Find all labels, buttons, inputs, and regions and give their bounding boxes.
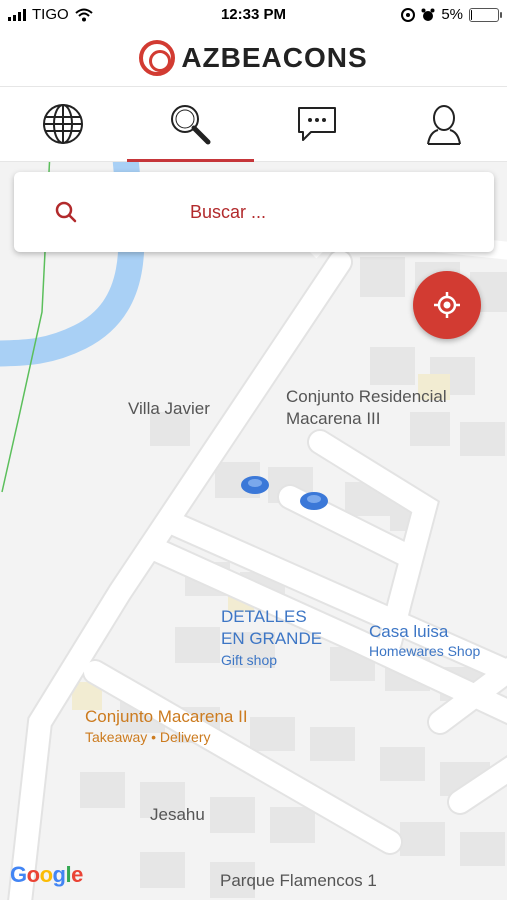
brand-logo-icon xyxy=(139,40,176,76)
map-place-conjunto-macarena-type: Takeaway • Delivery xyxy=(85,729,211,745)
search-field-icon xyxy=(55,201,77,223)
brand-name: AZBEACONS xyxy=(181,42,368,73)
crosshair-icon xyxy=(434,292,460,318)
map-label-conjunto-residencial: Conjunto Residencial xyxy=(286,387,447,406)
chat-bubble-icon xyxy=(297,107,336,141)
map-place-detalles-line1[interactable]: DETALLES xyxy=(221,606,307,628)
my-location-button[interactable] xyxy=(413,271,481,339)
alarm-icon xyxy=(421,8,435,21)
status-right: 5% xyxy=(401,6,502,23)
search-bar[interactable]: Buscar ... xyxy=(14,172,494,252)
google-logo: Google xyxy=(10,862,83,887)
search-input[interactable]: Buscar ... xyxy=(190,202,266,223)
map-view[interactable]: Villa Javier Conjunto Residencial Macare… xyxy=(0,162,507,900)
map-label-jesahu: Jesahu xyxy=(150,805,205,824)
battery-icon xyxy=(469,7,502,22)
tab-bar xyxy=(0,87,507,162)
map-label-villa-javier: Villa Javier xyxy=(128,399,210,418)
app-header: AZBEACONS xyxy=(0,30,507,87)
map-place-detalles-line2[interactable]: EN GRANDE xyxy=(221,628,322,650)
status-bar: TIGO 12:33 PM 5% xyxy=(0,0,507,30)
map-label-parque: Parque Flamencos 1 xyxy=(220,871,377,890)
location-lock-icon xyxy=(401,7,416,22)
tab-search[interactable] xyxy=(126,87,254,162)
map-place-casa-luisa[interactable]: Casa luisa xyxy=(369,621,448,643)
user-icon xyxy=(426,105,461,145)
map-label-macarena-iii: Macarena III xyxy=(286,409,381,428)
map-place-conjunto-macarena[interactable]: Conjunto Macarena II xyxy=(85,706,248,728)
map-place-detalles-type: Gift shop xyxy=(221,652,278,668)
tab-globe[interactable] xyxy=(0,87,127,161)
search-icon xyxy=(171,105,211,145)
tab-profile[interactable] xyxy=(380,87,507,161)
vehicle-marker-2[interactable] xyxy=(299,490,329,512)
globe-icon xyxy=(43,104,84,144)
map-place-casa-luisa-type: Homewares Shop xyxy=(369,643,481,659)
map-background xyxy=(0,162,507,900)
vehicle-marker-1[interactable] xyxy=(240,474,270,496)
tab-messages[interactable] xyxy=(254,87,381,161)
battery-percent: 5% xyxy=(441,6,463,23)
